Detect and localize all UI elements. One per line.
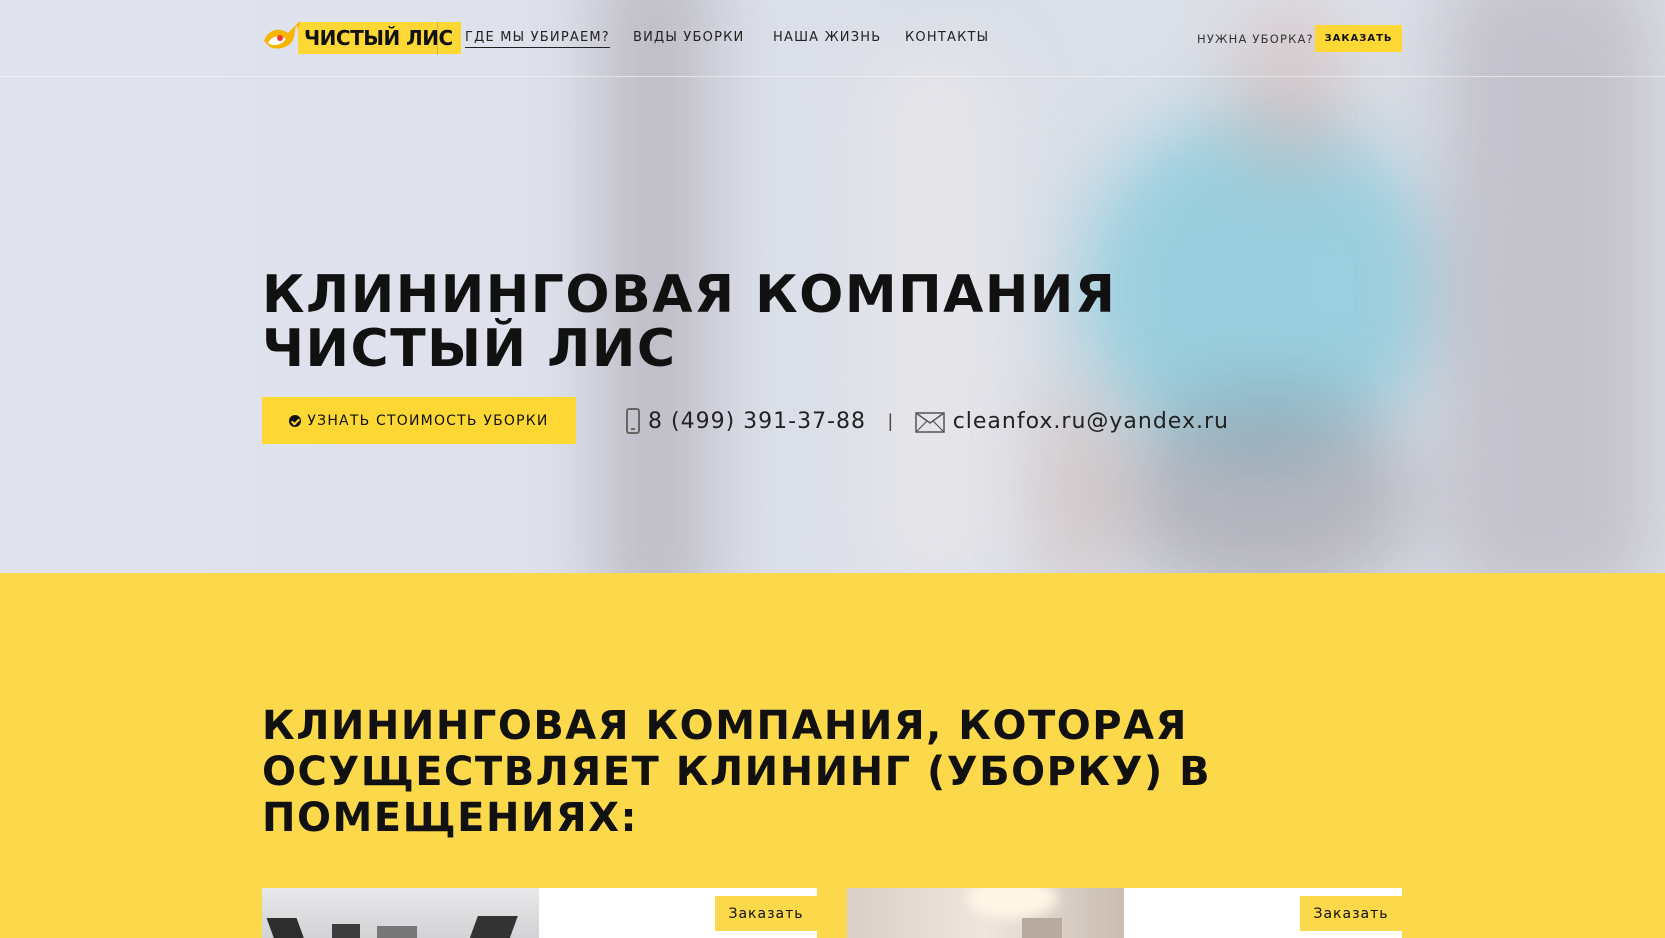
service-card-1[interactable]: Заказать xyxy=(262,888,817,938)
nav-item-where-we-clean[interactable]: ГДЕ МЫ УБИРАЕМ? xyxy=(465,30,610,48)
service-card-1-image xyxy=(262,888,539,938)
nav-item-contacts[interactable]: КОНТАКТЫ xyxy=(905,30,989,45)
logo-divider xyxy=(437,22,438,55)
site-header: ЧИСТЫЙ ЛИС ГДЕ МЫ УБИРАЕМ? ВИДЫ УБОРКИ Н… xyxy=(0,0,1665,77)
get-price-label: УЗНАТЬ СТОИМОСТЬ УБОРКИ xyxy=(307,412,549,429)
fox-icon xyxy=(264,21,300,49)
envelope-icon xyxy=(914,412,945,433)
services-title: КЛИНИНГОВАЯ КОМПАНИЯ, КОТОРАЯ ОСУЩЕСТВЛЯ… xyxy=(262,703,1212,841)
service-card-2-order-button[interactable]: Заказать xyxy=(1300,896,1402,931)
logo[interactable]: ЧИСТЫЙ ЛИС xyxy=(262,21,461,55)
nav-item-our-life[interactable]: НАША ЖИЗНЬ xyxy=(773,30,881,45)
service-card-1-order-button[interactable]: Заказать xyxy=(715,896,817,931)
phone-link[interactable]: 8 (499) 391-37-88 xyxy=(648,409,866,434)
check-circle-icon xyxy=(289,414,302,427)
services-section: КЛИНИНГОВАЯ КОМПАНИЯ, КОТОРАЯ ОСУЩЕСТВЛЯ… xyxy=(0,573,1665,938)
service-card-2[interactable]: Заказать xyxy=(847,888,1402,938)
email-link[interactable]: cleanfox.ru@yandex.ru xyxy=(953,409,1229,434)
get-price-button[interactable]: УЗНАТЬ СТОИМОСТЬ УБОРКИ xyxy=(262,397,576,444)
hero-contacts: 8 (499) 391-37-88 | cleanfox.ru@yandex.r… xyxy=(626,404,1229,438)
hero-title: КЛИНИНГОВАЯ КОМПАНИЯ ЧИСТЫЙ ЛИС xyxy=(262,265,1117,379)
nav-item-cleaning-types[interactable]: ВИДЫ УБОРКИ xyxy=(633,30,744,45)
need-cleaning-label: НУЖНА УБОРКА? xyxy=(1197,32,1314,46)
mobile-phone-icon xyxy=(626,408,640,434)
contacts-separator: | xyxy=(888,410,893,431)
order-button-header[interactable]: ЗАКАЗАТЬ xyxy=(1315,25,1402,52)
service-card-2-image xyxy=(847,888,1124,938)
hero-section: ЧИСТЫЙ ЛИС ГДЕ МЫ УБИРАЕМ? ВИДЫ УБОРКИ Н… xyxy=(0,0,1665,573)
